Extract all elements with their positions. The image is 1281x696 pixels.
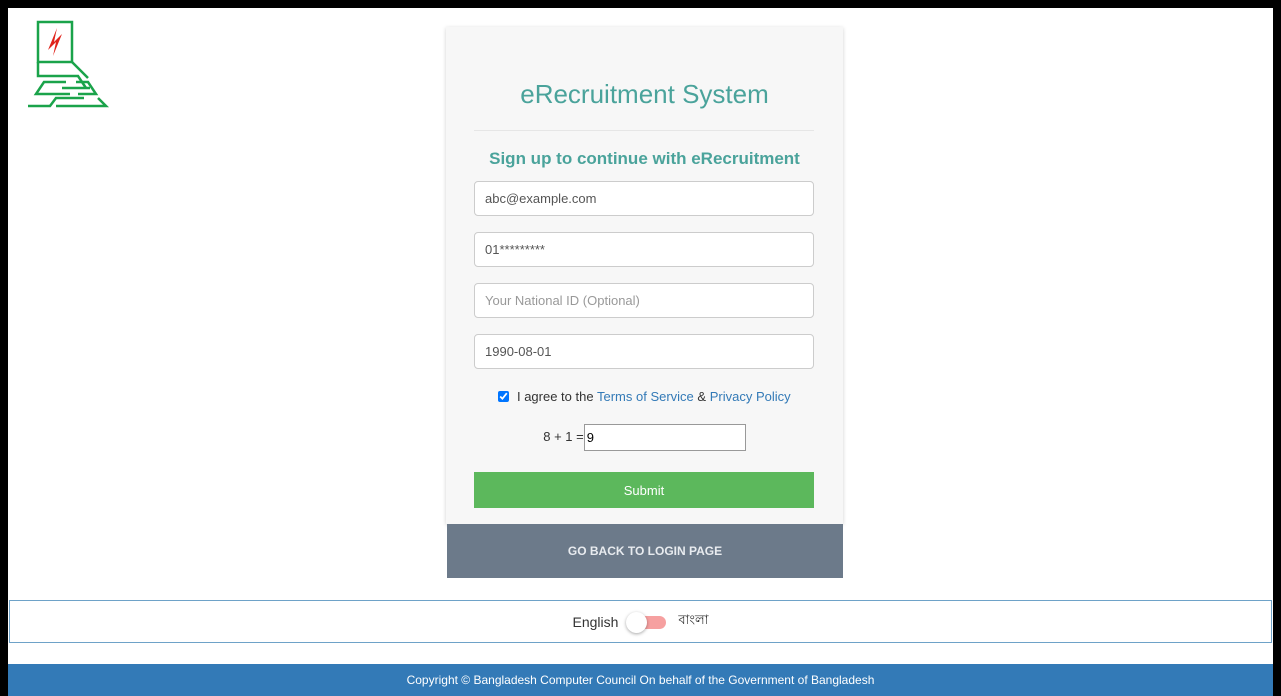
agree-prefix: I agree to the	[516, 389, 594, 404]
email-field[interactable]	[474, 181, 814, 216]
go-back-to-login-button[interactable]: GO BACK TO LOGIN PAGE	[447, 524, 843, 578]
language-english-label: English	[572, 613, 619, 630]
card-title: eRecruitment System	[520, 79, 769, 109]
captcha-question: 8 + 1 =	[543, 428, 584, 444]
captcha: 8 + 1 =	[446, 424, 843, 451]
footer: Copyright © Bangladesh Computer Council …	[8, 664, 1273, 696]
privacy-policy-link[interactable]: Privacy Policy	[710, 389, 791, 404]
agree-checkbox[interactable]	[498, 391, 510, 402]
toggle-knob	[626, 611, 648, 633]
ampersand: &	[697, 389, 707, 404]
submit-button[interactable]: Submit	[474, 472, 814, 508]
terms-agreement: I agree to the Terms of Service & Privac…	[446, 389, 843, 404]
page: eRecruitment System Sign up to continue …	[8, 8, 1273, 696]
mobile-number-field[interactable]	[474, 232, 814, 267]
bcc-logo-icon	[26, 16, 122, 108]
language-toggle[interactable]	[626, 611, 667, 633]
date-of-birth-field[interactable]	[474, 334, 814, 369]
copyright-text: Copyright © Bangladesh Computer Council …	[406, 673, 875, 687]
language-bangla-label: বাংলা	[678, 613, 709, 628]
signup-card: eRecruitment System Sign up to continue …	[446, 27, 843, 524]
terms-of-service-link[interactable]: Terms of Service	[597, 389, 694, 404]
divider	[474, 130, 814, 131]
captcha-answer-field[interactable]	[583, 424, 746, 451]
language-bar: English বাংলা	[9, 600, 1272, 643]
national-id-field[interactable]	[474, 283, 814, 318]
card-subtitle: Sign up to continue with eRecruitment	[489, 149, 800, 168]
